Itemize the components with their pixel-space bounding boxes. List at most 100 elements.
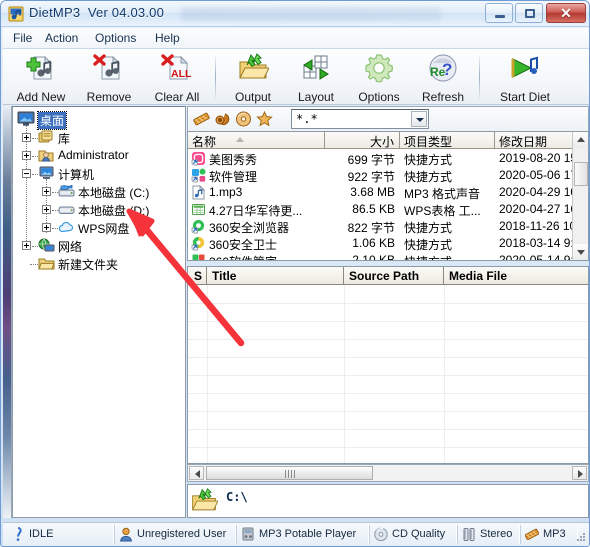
- cd-icon[interactable]: [235, 111, 252, 127]
- toolbar-button-output[interactable]: Output: [221, 51, 285, 104]
- toolbar-button-refresh[interactable]: Re ? Refresh: [411, 51, 475, 104]
- status-cell-format: MP3: [520, 525, 578, 544]
- main-toolbar: Add New Remove ALL Clear All Output Layo…: [3, 49, 589, 139]
- title-bar[interactable]: DietMP3 Ver 04.03.00 ✕: [1, 1, 589, 27]
- file-column-date-label: 修改日期: [499, 135, 548, 149]
- tree-expander-library[interactable]: [22, 133, 31, 142]
- file-list[interactable]: 名称 大小 项目类型 修改日期 美图秀秀 699 字节 快捷方式 2019-08…: [187, 131, 589, 261]
- idle-icon: [16, 527, 22, 541]
- file-row-360-manager[interactable]: 360软件管家 2.10 KB 快捷方式 2020-05-14 9:00: [188, 252, 588, 261]
- toolbar-label-remove: Remove: [86, 90, 132, 104]
- file-filter-value: *.*: [296, 112, 318, 126]
- gear-icon: [365, 54, 394, 83]
- app-window: DietMP3 Ver 04.03.00 ✕ File Action Optio…: [0, 0, 590, 547]
- horn-icon[interactable]: [214, 111, 231, 127]
- tree-expander-network[interactable]: [22, 241, 31, 250]
- file-column-name-label: 名称: [192, 135, 217, 149]
- scroll-down-icon[interactable]: [573, 244, 588, 260]
- tree-label-drive-c: 本地磁盘 (C:): [78, 186, 150, 200]
- queue-scroll-thumb[interactable]: [206, 466, 373, 480]
- tree-label-desktop: 桌面: [36, 111, 68, 130]
- file-row-mp3[interactable]: 1.mp3 3.68 MB MP3 格式声音 2020-04-29 10...: [188, 184, 588, 201]
- dietmp3-app-icon: [8, 6, 24, 22]
- tree-expander-administrator[interactable]: [22, 151, 31, 160]
- folder-icon: [38, 258, 55, 270]
- file-row-software-manager[interactable]: 软件管理 922 字节 快捷方式 2020-05-06 17...: [188, 167, 588, 184]
- tree-label-network: 网络: [58, 240, 83, 254]
- toolbar-button-remove[interactable]: Remove: [77, 51, 141, 104]
- toolbar-button-options[interactable]: Options: [347, 51, 411, 104]
- maximize-button[interactable]: [515, 3, 543, 23]
- queue-column-status-label: S: [194, 269, 203, 283]
- diet-queue-list[interactable]: S Title Source Path Media File: [187, 266, 589, 464]
- status-cell-idle: IDLE: [9, 525, 114, 544]
- file-row-360-browser[interactable]: 360安全浏览器 822 字节 快捷方式 2018-11-26 10...: [188, 218, 588, 235]
- status-label-registration: Unregistered User: [137, 528, 227, 540]
- status-bar: IDLE Unregistered User MP3 Potable Playe…: [3, 522, 589, 546]
- toolbar-separator-2: [479, 55, 480, 99]
- chevron-down-icon[interactable]: [411, 111, 427, 127]
- hdd-icon: [58, 206, 75, 214]
- file-list-scrollbar[interactable]: [572, 132, 588, 260]
- output-path-bar[interactable]: C:\: [187, 484, 589, 518]
- scroll-left-icon[interactable]: [189, 466, 204, 480]
- queue-column-status[interactable]: S: [188, 267, 207, 285]
- library-icon: [38, 130, 53, 143]
- menu-item-help[interactable]: Help: [153, 31, 182, 46]
- queue-column-media-file[interactable]: Media File: [444, 267, 588, 285]
- toolbar-button-layout[interactable]: Layout: [285, 51, 347, 104]
- output-folder-icon[interactable]: [190, 487, 218, 515]
- tree-expander-drive-d[interactable]: [42, 205, 51, 214]
- file-row-spreadsheet[interactable]: 4.27日华军待更... 86.5 KB WPS表格 工... 2020-04-…: [188, 201, 588, 218]
- file-type-software-manager: 快捷方式: [404, 170, 453, 184]
- queue-column-source-path-label: Source Path: [349, 269, 420, 283]
- status-label-idle: IDLE: [29, 528, 54, 540]
- computer-icon: [39, 166, 54, 179]
- file-filter-combobox[interactable]: *.*: [291, 109, 429, 129]
- file-size-360-manager: 2.10 KB: [352, 253, 395, 261]
- file-name-meitu: 美图秀秀: [209, 153, 258, 167]
- tree-expander-wps-cloud[interactable]: [42, 223, 51, 232]
- star-icon[interactable]: [256, 111, 273, 127]
- queue-horizontal-scrollbar[interactable]: [187, 464, 589, 482]
- tree-expander-computer[interactable]: [22, 169, 31, 178]
- file-row-360-guard[interactable]: 360安全卫士 1.06 KB 快捷方式 2018-03-14 9:05: [188, 235, 588, 252]
- window-title: DietMP3 Ver 04.03.00: [29, 5, 164, 20]
- toolbar-button-start-diet[interactable]: Start Diet: [485, 51, 565, 104]
- tree-label-administrator: Administrator: [58, 148, 129, 162]
- toolbar-label-options: Options: [358, 90, 400, 104]
- file-row-meitu[interactable]: 美图秀秀 699 字节 快捷方式 2019-08-20 15...: [188, 150, 588, 167]
- menu-item-action[interactable]: Action: [43, 31, 80, 46]
- scroll-right-icon[interactable]: [572, 466, 587, 480]
- software-icon: [191, 168, 206, 183]
- queue-column-media-file-label: Media File: [449, 269, 508, 283]
- scroll-up-icon[interactable]: [573, 132, 588, 148]
- file-column-type-label: 项目类型: [404, 135, 453, 149]
- folder-tree-panel[interactable]: 桌面 库 Administrator 计算机 本地磁盘 (C:) 本地磁盘 (D…: [12, 106, 186, 518]
- menu-item-file[interactable]: File: [11, 31, 34, 46]
- resize-grip-icon[interactable]: [574, 532, 586, 544]
- minimize-button[interactable]: [485, 3, 513, 23]
- tree-label-new-folder: 新建文件夹: [58, 258, 119, 272]
- file-column-name[interactable]: 名称: [188, 132, 325, 149]
- close-button[interactable]: ✕: [546, 3, 586, 23]
- file-column-date[interactable]: 修改日期: [495, 132, 573, 149]
- file-list-scroll-thumb[interactable]: [574, 162, 588, 186]
- menu-item-options[interactable]: Options: [93, 31, 138, 46]
- file-type-meitu: 快捷方式: [404, 153, 453, 167]
- svg-text:ALL: ALL: [171, 68, 192, 80]
- mp3-icon[interactable]: [193, 111, 210, 127]
- file-size-spreadsheet: 86.5 KB: [352, 202, 395, 216]
- file-size-360-guard: 1.06 KB: [352, 236, 395, 250]
- queue-column-source-path[interactable]: Source Path: [344, 267, 444, 285]
- tree-label-wps-cloud: WPS网盘: [78, 222, 130, 236]
- queue-column-title[interactable]: Title: [207, 267, 344, 285]
- file-size-mp3: 3.68 MB: [350, 185, 395, 199]
- refresh-icon: Re ?: [429, 54, 457, 82]
- file-column-size[interactable]: 大小: [325, 132, 400, 149]
- toolbar-button-clear-all[interactable]: ALL Clear All: [141, 51, 213, 104]
- tree-expander-drive-c[interactable]: [42, 187, 51, 196]
- toolbar-button-add-new[interactable]: Add New: [5, 51, 77, 104]
- file-column-type[interactable]: 项目类型: [400, 132, 495, 149]
- file-type-spreadsheet: WPS表格 工...: [404, 204, 481, 218]
